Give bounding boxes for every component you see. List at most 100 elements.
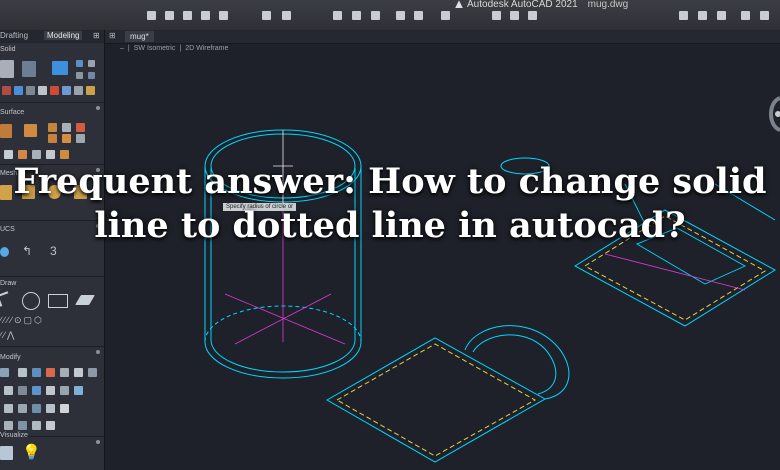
- draw-tools-row-1[interactable]: ∕∕∕∕⊙▢⬡: [0, 315, 44, 326]
- surface-tool-4[interactable]: [62, 123, 71, 132]
- modify-tool-15[interactable]: [18, 404, 27, 413]
- extrude-icon[interactable]: [22, 61, 36, 77]
- panel-menu-icon[interactable]: [96, 350, 100, 354]
- surface-tool-7[interactable]: [62, 134, 71, 143]
- ribbon-tabs: Drafting Modeling ⊞: [0, 30, 104, 43]
- solid-tool-11[interactable]: [74, 86, 83, 95]
- file-tab-mug[interactable]: mug*: [125, 31, 154, 42]
- presspull-icon[interactable]: [52, 61, 68, 75]
- solid-tool-1[interactable]: [76, 60, 83, 67]
- solid-tool-5[interactable]: [2, 86, 11, 95]
- polyline-icon[interactable]: [0, 291, 12, 307]
- surface-tool-3[interactable]: [48, 123, 57, 132]
- modify-tool-18[interactable]: [60, 404, 69, 413]
- solid-tool-2[interactable]: [88, 60, 95, 67]
- navigation-wheel-icon[interactable]: [764, 94, 780, 134]
- search-icon[interactable]: [698, 11, 707, 20]
- draw-tools-row-2[interactable]: ∕∕⋀: [0, 330, 16, 341]
- modify-tool-9[interactable]: [18, 386, 27, 395]
- modify-tool-17[interactable]: [46, 404, 55, 413]
- circle-icon[interactable]: [22, 292, 40, 310]
- panel-title-visualize: Visualize: [0, 432, 28, 439]
- share-icon[interactable]: [371, 11, 380, 20]
- modify-tool-16[interactable]: [32, 404, 41, 413]
- surface-tool-11[interactable]: [32, 150, 41, 159]
- toolbar-icon-b[interactable]: [510, 11, 519, 20]
- solid-tool-12[interactable]: [86, 86, 95, 95]
- solid-tool-9[interactable]: [50, 86, 59, 95]
- modify-tool-19[interactable]: [4, 421, 13, 430]
- cloud-icon[interactable]: [441, 11, 450, 20]
- undo-icon[interactable]: [262, 11, 271, 20]
- tab-modeling[interactable]: Modeling: [44, 31, 83, 40]
- save-icon[interactable]: [183, 11, 192, 20]
- tab-drafting[interactable]: Drafting: [0, 31, 31, 40]
- print-icon[interactable]: [333, 11, 342, 20]
- surface-tool-8[interactable]: [76, 134, 85, 143]
- layer-icon[interactable]: [396, 11, 405, 20]
- modify-tool-1[interactable]: [0, 368, 9, 377]
- surface-tool-6[interactable]: [48, 134, 57, 143]
- solid-tool-7[interactable]: [26, 86, 35, 95]
- modify-tool-21[interactable]: [32, 421, 41, 430]
- more-tabs-icon[interactable]: ⊞: [90, 31, 103, 40]
- tool-palette-icon[interactable]: [679, 11, 688, 20]
- modify-tool-14[interactable]: [4, 404, 13, 413]
- solid-tool-8[interactable]: [38, 86, 47, 95]
- panel-divider: [0, 346, 104, 347]
- modify-tool-4[interactable]: [46, 368, 55, 377]
- window-title: Autodesk AutoCAD 2021 mug.dwg: [455, 0, 628, 10]
- surface-tool-2[interactable]: [24, 124, 37, 137]
- visual-style-icon[interactable]: [0, 446, 13, 460]
- modify-tool-12[interactable]: [60, 386, 69, 395]
- surface-tool-10[interactable]: [18, 150, 27, 159]
- viewcube[interactable]: [764, 94, 780, 134]
- modify-tool-2[interactable]: [18, 368, 27, 377]
- modify-tool-20[interactable]: [18, 421, 27, 430]
- modify-tool-3[interactable]: [32, 368, 41, 377]
- modify-tool-6[interactable]: [74, 368, 83, 377]
- surface-tool-9[interactable]: [4, 150, 13, 159]
- cart-icon[interactable]: [741, 11, 750, 20]
- file-tabs-menu-icon[interactable]: ⊞: [109, 31, 116, 40]
- light-bulb-icon[interactable]: 💡: [22, 443, 41, 461]
- panel-title-draw: Draw: [0, 280, 17, 287]
- solid-tool-4[interactable]: [88, 72, 95, 79]
- solid-tool-3[interactable]: [76, 72, 83, 79]
- region-icon[interactable]: [75, 295, 95, 305]
- modify-tool-5[interactable]: [60, 368, 69, 377]
- modify-tool-7[interactable]: [88, 368, 97, 377]
- ucs-world-icon[interactable]: [0, 247, 9, 257]
- surface-tool-1[interactable]: [0, 124, 12, 138]
- solid-tool-6[interactable]: [14, 86, 23, 95]
- user-icon[interactable]: [717, 11, 726, 20]
- modify-tool-13[interactable]: [74, 386, 83, 395]
- redo-icon[interactable]: [282, 11, 291, 20]
- modify-tool-22[interactable]: [46, 421, 55, 430]
- open-file-icon[interactable]: [165, 11, 174, 20]
- toolbar-icon-a[interactable]: [492, 11, 501, 20]
- surface-tool-13[interactable]: [60, 150, 69, 159]
- file-tab-strip: ⊞ mug*: [105, 30, 780, 44]
- properties-icon[interactable]: [414, 11, 423, 20]
- web-icon[interactable]: [219, 11, 228, 20]
- solid-tool-10[interactable]: [62, 86, 71, 95]
- surface-tool-5[interactable]: [76, 123, 85, 132]
- modify-tool-11[interactable]: [46, 386, 55, 395]
- surface-tool-12[interactable]: [46, 150, 55, 159]
- modify-tool-8[interactable]: [4, 386, 13, 395]
- panel-menu-icon[interactable]: [96, 106, 100, 110]
- mug-profile: [325, 325, 570, 463]
- toolbar-icon-c[interactable]: [528, 11, 537, 20]
- article-headline: Frequent answer: How to change solid lin…: [13, 161, 767, 246]
- plot-icon[interactable]: [352, 11, 361, 20]
- modify-tool-10[interactable]: [32, 386, 41, 395]
- rectangle-icon[interactable]: [48, 294, 68, 308]
- drawing-viewport[interactable]: – | SW Isometric | 2D Wireframe Specify …: [105, 44, 780, 470]
- new-file-icon[interactable]: [147, 11, 156, 20]
- box-icon[interactable]: [0, 60, 14, 78]
- help-icon[interactable]: [760, 11, 769, 20]
- autocad-logo-icon: [455, 0, 463, 9]
- save-as-icon[interactable]: [201, 11, 210, 20]
- panel-menu-icon[interactable]: [96, 440, 100, 444]
